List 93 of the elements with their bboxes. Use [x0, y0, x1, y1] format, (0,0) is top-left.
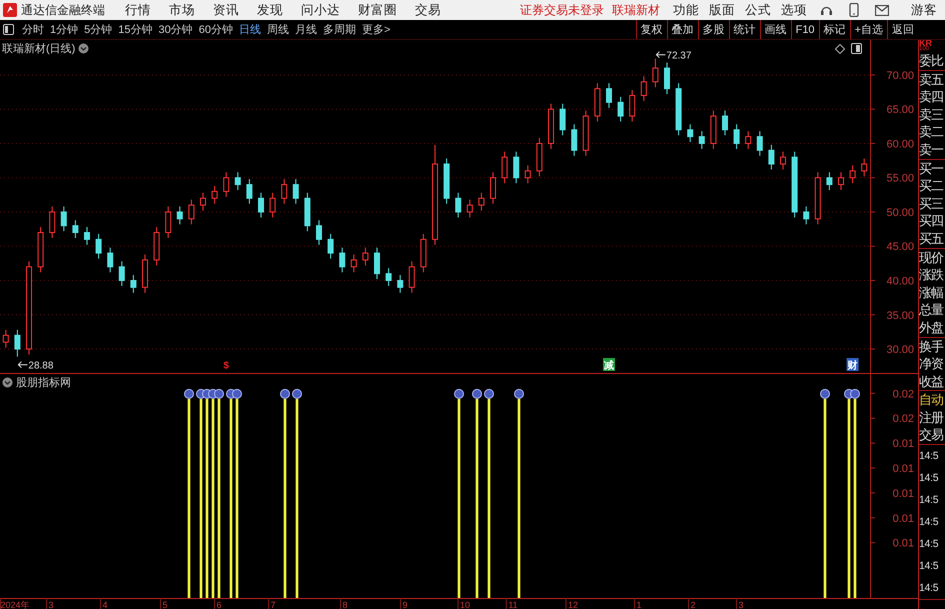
- time-label: 14:5: [919, 493, 940, 508]
- axis-label: 3: [738, 600, 744, 609]
- period-tab[interactable]: 15分钟: [115, 22, 156, 37]
- axis-label: 65.00: [886, 104, 914, 116]
- quote-label: 买一: [919, 160, 944, 178]
- period-tab[interactable]: 30分钟: [156, 22, 196, 37]
- app-title: 通达信金融终端: [21, 2, 106, 18]
- axis-label: 9: [402, 600, 408, 609]
- period-tab[interactable]: 日线: [236, 22, 264, 37]
- axis-label: 0.02: [892, 388, 914, 400]
- period-tab[interactable]: 5分钟: [81, 22, 116, 37]
- menu-item[interactable]: 公式: [740, 2, 776, 18]
- quote-label: 交易: [919, 426, 944, 444]
- indicator-title: 股朋指标网: [16, 376, 71, 390]
- axis-label: 45.00: [886, 241, 914, 254]
- quote-label: 买四: [919, 212, 944, 230]
- axis-label: 5: [162, 600, 168, 609]
- quote-label: 外盘: [919, 318, 944, 336]
- quote-label: 卖一: [919, 140, 944, 159]
- quote-label: 卖五: [919, 70, 944, 88]
- axis-label: 0.01: [892, 538, 914, 550]
- stock-name[interactable]: 联瑞新材: [612, 2, 660, 18]
- quote-label: 委比: [919, 52, 944, 70]
- axis-label: 7: [270, 600, 276, 609]
- time-label: 14:5: [919, 515, 940, 530]
- axis-label: 6: [216, 600, 222, 609]
- time-label: 14:5: [919, 537, 940, 552]
- quote-label: 买三: [919, 194, 944, 212]
- quote-label: 涨幅: [919, 284, 944, 302]
- user-name[interactable]: 游客: [911, 2, 937, 18]
- menu-item[interactable]: 资讯: [204, 2, 248, 18]
- menu-item[interactable]: 版面: [704, 2, 740, 18]
- menu-item[interactable]: 交易: [406, 2, 450, 18]
- axis-label: 11: [508, 600, 518, 609]
- stock-code: KR: [919, 40, 933, 46]
- menu-item[interactable]: 问小达: [292, 2, 349, 18]
- period-tab[interactable]: 60分钟: [196, 22, 236, 37]
- axis-label: 30.00: [886, 344, 914, 356]
- period-tab[interactable]: 更多>: [359, 22, 394, 37]
- menu-item[interactable]: 选项: [776, 2, 812, 18]
- price-marker-label: 28.88: [28, 360, 54, 372]
- chart-title: 联瑞新材(日线): [2, 42, 76, 56]
- quote-label: 涨跌: [919, 266, 944, 284]
- quote-label: 卖四: [919, 88, 944, 106]
- axis-label: 2024年: [0, 600, 30, 609]
- axis-label: 50.00: [886, 206, 914, 219]
- menu-item[interactable]: 行情: [116, 2, 160, 18]
- period-tab[interactable]: 周线: [264, 22, 292, 37]
- event-marker: 财: [846, 358, 859, 372]
- axis-label: 35.00: [886, 310, 914, 322]
- time-label: 14:5: [919, 581, 940, 596]
- event-marker: $: [223, 360, 229, 372]
- period-tab[interactable]: 多周期: [320, 22, 359, 37]
- time-label: 14:5: [919, 471, 940, 486]
- quote-label: 现价: [919, 248, 944, 266]
- axis-label: 0.01: [892, 463, 914, 476]
- quote-label: 卖三: [919, 106, 944, 124]
- event-marker: 减: [603, 358, 615, 372]
- axis-label: 0.02: [892, 413, 914, 426]
- quote-label: 买二: [919, 177, 944, 195]
- menu-item[interactable]: 功能: [668, 2, 704, 18]
- login-status[interactable]: 证券交易未登录: [520, 2, 604, 18]
- axis-label: 0.01: [892, 488, 914, 500]
- axis-label: 60.00: [886, 138, 914, 150]
- menu-item[interactable]: 发现: [248, 2, 292, 18]
- axis-label: 40.00: [886, 276, 914, 288]
- quote-label: 注册: [919, 408, 944, 426]
- quote-label: 净资: [919, 355, 944, 373]
- quote-label: 收益: [919, 372, 944, 390]
- price-marker-label: 72.37: [666, 50, 692, 62]
- quote-label: 总量: [919, 301, 944, 319]
- axis-label: 0.01: [892, 512, 914, 525]
- quote-label: 换手: [919, 338, 944, 356]
- period-tab[interactable]: 分时: [19, 22, 47, 37]
- axis-label: 1: [636, 600, 642, 609]
- axis-label: 10: [460, 600, 470, 609]
- axis-label: 70.00: [886, 70, 914, 82]
- axis-label: 12: [568, 600, 578, 609]
- axis-label: 55.00: [886, 172, 914, 185]
- axis-label: 0.01: [892, 438, 914, 450]
- period-tab[interactable]: 1分钟: [47, 22, 82, 37]
- quote-label: 卖二: [919, 123, 944, 141]
- period-tab[interactable]: 月线: [292, 22, 320, 37]
- time-label: 14:5: [919, 449, 940, 464]
- quote-label: 买五: [919, 230, 944, 248]
- quote-label: 自动: [919, 391, 944, 409]
- time-label: 14:5: [919, 559, 940, 574]
- axis-label: 4: [102, 600, 108, 609]
- axis-label: 8: [342, 600, 348, 609]
- axis-label: 2: [690, 600, 696, 609]
- menu-item[interactable]: 市场: [160, 2, 204, 18]
- axis-label: 3: [48, 600, 54, 609]
- menu-item[interactable]: 财富圈: [349, 2, 406, 18]
